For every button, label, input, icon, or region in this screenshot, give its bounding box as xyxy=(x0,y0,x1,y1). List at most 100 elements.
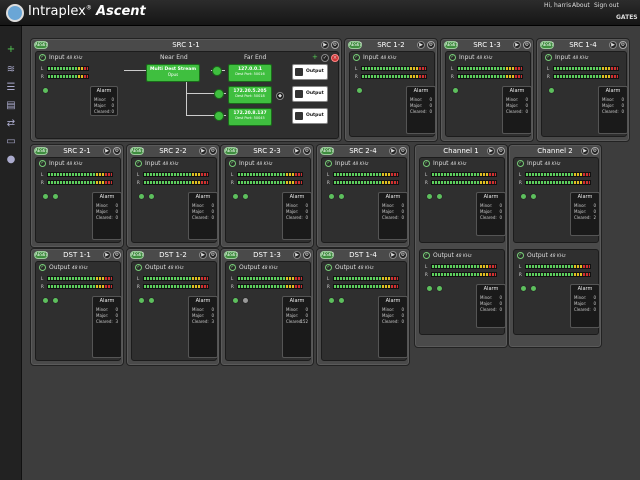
dst11-status-led-1[interactable] xyxy=(42,297,49,304)
src21-status-led-1[interactable] xyxy=(42,193,49,200)
add-icon[interactable]: + xyxy=(5,44,17,56)
output-box-3[interactable]: Output xyxy=(292,108,328,124)
output-box-1[interactable]: Output xyxy=(292,64,328,80)
about-link[interactable]: About xyxy=(572,2,590,9)
panel-dst12-gear-icon[interactable]: ⚙ xyxy=(209,251,217,259)
src23-status-led-2[interactable] xyxy=(242,193,249,200)
panel-src14-gear-icon[interactable]: ⚙ xyxy=(619,41,627,49)
src14-status-led-1[interactable] xyxy=(548,87,555,94)
src21-alarm-box[interactable]: Alarm Minor: 0 Major: 0 Cleared: 0 xyxy=(92,192,122,240)
panel-ch2-play-button[interactable]: ▶ xyxy=(581,147,589,155)
src23-alarm-box[interactable]: Alarm Minor: 0 Major: 0 Cleared: 0 xyxy=(282,192,312,240)
document-icon[interactable]: ▤ xyxy=(5,100,17,112)
panel-src14-play-button[interactable]: ▶ xyxy=(609,41,617,49)
ch2-input-status-led-1[interactable] xyxy=(520,193,527,200)
src23-status-led-1[interactable] xyxy=(232,193,239,200)
output-box-2[interactable]: Output xyxy=(292,86,328,102)
dst13-status-led-1[interactable] xyxy=(232,297,239,304)
panel-src22-gear-icon[interactable]: ⚙ xyxy=(209,147,217,155)
ch1-input-alarm-box[interactable]: Alarm Minor: 0 Major: 0 Cleared: 0 xyxy=(476,192,506,236)
dst12-status-led-2[interactable] xyxy=(148,297,155,304)
panel-src22-play-button[interactable]: ▶ xyxy=(199,147,207,155)
monitor-icon[interactable]: ▭ xyxy=(5,136,17,148)
dst14-alarm-box[interactable]: Alarm Minor: 0 Major: 0 Cleared: 0 xyxy=(378,296,408,358)
src24-status-led-1[interactable] xyxy=(328,193,335,200)
panel-src-1-1-play-button[interactable]: ▶ xyxy=(321,41,329,49)
src14-alarm-box[interactable]: Alarm Minor: 0 Major: 0 Cleared: 0 xyxy=(598,86,628,134)
dst12-alarm-cleared-value: 3 xyxy=(211,319,214,324)
src13-alarm-box[interactable]: Alarm Minor: 0 Major: 0 Cleared: 0 xyxy=(502,86,532,134)
panel-src12-play-button[interactable]: ▶ xyxy=(417,41,425,49)
src12-status-led-1[interactable] xyxy=(356,87,363,94)
destination-arrow-icon[interactable]: ◆ xyxy=(276,92,284,100)
panel-src13-gear-icon[interactable]: ⚙ xyxy=(523,41,531,49)
ch2-output-status-led-1[interactable] xyxy=(520,285,527,292)
stream-node-3[interactable] xyxy=(214,111,224,121)
src11-status-led[interactable] xyxy=(42,87,49,94)
panel-dst12-play-button[interactable]: ▶ xyxy=(199,251,207,259)
src22-alarm-box[interactable]: Alarm Minor: 0 Major: 0 Cleared: 0 xyxy=(188,192,218,240)
stream-node-1[interactable] xyxy=(212,66,222,76)
ch1-output-status-led-1[interactable] xyxy=(426,285,433,292)
panel-dst13-play-button[interactable]: ▶ xyxy=(293,251,301,259)
panel-src13-play-button[interactable]: ▶ xyxy=(513,41,521,49)
dst13-alarm-minor-label: Minor: xyxy=(286,307,299,312)
user-icon[interactable]: ● xyxy=(5,154,17,166)
layers-icon[interactable]: ≋ xyxy=(5,64,17,76)
panel-dst14-play-button[interactable]: ▶ xyxy=(389,251,397,259)
panel-src24-gear-icon[interactable]: ⚙ xyxy=(399,147,407,155)
dst11-alarm-box[interactable]: Alarm Minor: 0 Major: 0 Cleared: 3 xyxy=(92,296,122,358)
src22-status-led-1[interactable] xyxy=(138,193,145,200)
panel-dst13-gear-icon[interactable]: ⚙ xyxy=(303,251,311,259)
ch1-input-status-led-1[interactable] xyxy=(426,193,433,200)
panel-dst11-gear-icon[interactable]: ⚙ xyxy=(113,251,121,259)
destination-box-2[interactable]: 172.20.5.205 Dest Port: 50018 xyxy=(228,86,272,104)
panel-src23-gear-icon[interactable]: ⚙ xyxy=(303,147,311,155)
ch2-input-section: ✓ Input 48 KHz L R Alarm Minor: 0 Major: 0 Cleare… xyxy=(513,157,600,243)
multi-dest-stream-box[interactable]: Multi Dest Stream Opus xyxy=(146,64,200,82)
panel-src23-play-button[interactable]: ▶ xyxy=(293,147,301,155)
panel-src21-play-button[interactable]: ▶ xyxy=(103,147,111,155)
panel-dst14-gear-icon[interactable]: ⚙ xyxy=(399,251,407,259)
dst11-status-led-2[interactable] xyxy=(52,297,59,304)
dst12-alarm-box[interactable]: Alarm Minor: 0 Major: 0 Cleared: 3 xyxy=(188,296,218,358)
panel-ch1-play-button[interactable]: ▶ xyxy=(487,147,495,155)
panel-src12-gear-icon[interactable]: ⚙ xyxy=(427,41,435,49)
ch2-output-alarm-box[interactable]: Alarm Minor: 0 Major: 0 Cleared: 0 xyxy=(570,284,600,328)
ch2-input-status-led-2[interactable] xyxy=(530,193,537,200)
stream-node-2[interactable] xyxy=(214,89,224,99)
src13-status-led-1[interactable] xyxy=(452,87,459,94)
src11-info-icon[interactable]: ✓ xyxy=(321,54,329,62)
destination-box-3[interactable]: 172.20.8.137 Dest Port: 50045 xyxy=(228,108,272,126)
dst14-status-led-1[interactable] xyxy=(328,297,335,304)
panel-ch2: Channel 2 ▶ ⚙ ✓ Input 48 KHz L R Alarm Minor: 0 Ma… xyxy=(508,144,602,348)
src11-remove-icon[interactable]: × xyxy=(331,54,339,62)
ch1-output-status-led-2[interactable] xyxy=(436,285,443,292)
panel-src24-play-button[interactable]: ▶ xyxy=(389,147,397,155)
dst13-status-led-2[interactable] xyxy=(242,297,249,304)
panel-ch2-gear-icon[interactable]: ⚙ xyxy=(591,147,599,155)
panel-ch1-gear-icon[interactable]: ⚙ xyxy=(497,147,505,155)
panel-src21-gear-icon[interactable]: ⚙ xyxy=(113,147,121,155)
user-greeting[interactable]: Hi, harris xyxy=(544,2,571,9)
add-destination-icon[interactable]: + xyxy=(312,54,318,61)
dst13-alarm-box[interactable]: Alarm Minor: 0 Major: 0 Cleared: 152 xyxy=(282,296,312,358)
destination-box-1[interactable]: 127.0.0.1 Dest Port: 50016 xyxy=(228,64,272,82)
list-icon[interactable]: ☰ xyxy=(5,82,17,94)
src11-alarm-box[interactable]: Alarm Minor: 0 Major: 0 Cleared: 0 xyxy=(90,86,118,116)
panel-dst11-play-button[interactable]: ▶ xyxy=(103,251,111,259)
ch1-input-status-led-2[interactable] xyxy=(436,193,443,200)
panel-src-1-1-gear-icon[interactable]: ⚙ xyxy=(331,41,339,49)
src24-status-led-2[interactable] xyxy=(338,193,345,200)
src21-status-led-2[interactable] xyxy=(52,193,59,200)
sign-out-link[interactable]: Sign out xyxy=(594,2,619,9)
dst12-status-led-1[interactable] xyxy=(138,297,145,304)
ch2-input-alarm-box[interactable]: Alarm Minor: 0 Major: 0 Cleared: 2 xyxy=(570,192,600,236)
src24-alarm-box[interactable]: Alarm Minor: 0 Major: 0 Cleared: 0 xyxy=(378,192,408,240)
src12-alarm-box[interactable]: Alarm Minor: 0 Major: 0 Cleared: 0 xyxy=(406,86,436,134)
ch2-output-status-led-2[interactable] xyxy=(530,285,537,292)
stream-icon[interactable]: ⇄ xyxy=(5,118,17,130)
src22-status-led-2[interactable] xyxy=(148,193,155,200)
dst14-status-led-2[interactable] xyxy=(338,297,345,304)
ch1-output-alarm-box[interactable]: Alarm Minor: 0 Major: 0 Cleared: 0 xyxy=(476,284,506,328)
